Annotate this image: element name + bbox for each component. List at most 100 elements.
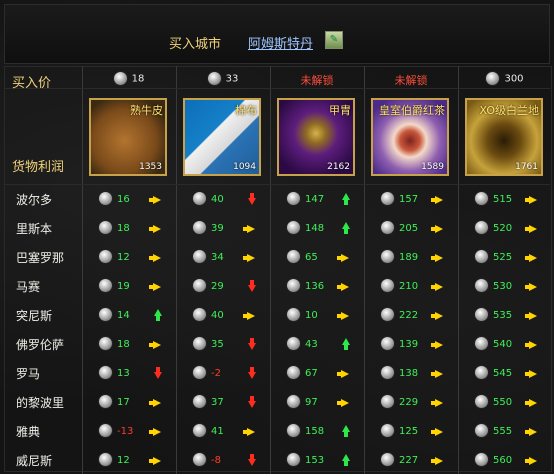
silver-coin-icon — [99, 366, 112, 379]
profit-value: 535 — [493, 309, 513, 321]
arrow-right-icon — [149, 251, 163, 263]
silver-coin-icon — [207, 72, 221, 85]
profit-cell: 17 — [99, 395, 173, 413]
profit-cell: 43 — [287, 337, 361, 355]
silver-coin-icon — [475, 308, 488, 321]
profit-value: 41 — [211, 425, 224, 437]
arrow-right-icon — [431, 425, 445, 437]
buy-city-label: 买入城市 — [169, 37, 222, 52]
buy-price-3: 未解锁 — [365, 72, 457, 88]
price-value: 18 — [131, 73, 145, 85]
profit-cell: 12 — [99, 453, 173, 471]
profit-cell: 147 — [287, 192, 361, 210]
profit-cell: 136 — [287, 279, 361, 297]
silver-coin-icon — [475, 337, 488, 350]
silver-coin-icon — [475, 192, 488, 205]
silver-coin-icon — [287, 279, 300, 292]
arrow-down-icon — [247, 454, 257, 466]
buy-city-link[interactable]: 阿姆斯特丹 — [248, 33, 313, 52]
profit-value: 205 — [399, 222, 419, 234]
silver-coin-icon — [99, 192, 112, 205]
item-quantity: 1761 — [515, 162, 538, 172]
item-card-cloth[interactable]: 棉布 1094 — [183, 98, 261, 176]
silver-coin-icon — [99, 424, 112, 437]
silver-coin-icon — [381, 250, 394, 263]
profit-value: 35 — [211, 338, 224, 350]
profit-value: 13 — [117, 367, 130, 379]
arrow-right-icon — [243, 222, 257, 234]
silver-coin-icon — [99, 395, 112, 408]
profit-value: 222 — [399, 309, 419, 321]
silver-coin-icon — [381, 279, 394, 292]
edit-city-icon[interactable]: ✎ — [325, 31, 343, 49]
profit-value: 139 — [399, 338, 419, 350]
profit-value: 10 — [305, 309, 318, 321]
arrow-up-icon — [341, 425, 351, 437]
locked-label: 未解锁 — [394, 74, 428, 87]
profit-value: 148 — [305, 222, 325, 234]
profit-value: 525 — [493, 251, 513, 263]
arrow-right-icon — [431, 338, 445, 350]
profit-cell: 35 — [193, 337, 267, 355]
locked-label: 未解锁 — [300, 74, 334, 87]
item-name: 甲胄 — [329, 104, 351, 117]
silver-coin-icon — [475, 395, 488, 408]
city-name: 的黎波里 — [16, 396, 65, 410]
profit-cell: 29 — [193, 279, 267, 297]
profit-value: 560 — [493, 454, 513, 466]
silver-coin-icon — [193, 192, 206, 205]
profit-value: 29 — [211, 280, 224, 292]
profit-cell: 41 — [193, 424, 267, 442]
arrow-right-icon — [525, 251, 539, 263]
arrow-right-icon — [525, 454, 539, 466]
profit-value: 530 — [493, 280, 513, 292]
arrow-right-icon — [525, 367, 539, 379]
silver-coin-icon — [475, 366, 488, 379]
profit-value: 158 — [305, 425, 325, 437]
item-card-armor[interactable]: 甲胄 2162 — [277, 98, 355, 176]
item-card-brandy[interactable]: XO级白兰地 1761 — [465, 98, 543, 176]
profit-cell: 530 — [475, 279, 549, 297]
profit-cell: 227 — [381, 453, 455, 471]
profit-cell: 18 — [99, 337, 173, 355]
arrow-right-icon — [431, 193, 445, 205]
city-name: 突尼斯 — [16, 309, 53, 323]
arrow-right-icon — [149, 193, 163, 205]
item-card-tea-cup[interactable]: 皇室伯爵红茶 1589 — [371, 98, 449, 176]
arrow-up-icon — [341, 454, 351, 466]
profit-cell: 148 — [287, 221, 361, 239]
buy-city-bar: 买入城市 阿姆斯特丹 ✎ — [4, 4, 550, 64]
profit-cell: 520 — [475, 221, 549, 239]
profit-cell: 153 — [287, 453, 361, 471]
arrow-right-icon — [337, 396, 351, 408]
profit-value: 12 — [117, 454, 130, 466]
silver-coin-icon — [475, 453, 488, 466]
silver-coin-icon — [475, 221, 488, 234]
profit-cell: 12 — [99, 250, 173, 268]
profit-value: 138 — [399, 367, 419, 379]
city-name: 波尔多 — [16, 193, 53, 207]
price-value: 33 — [225, 73, 239, 85]
profit-cell: 560 — [475, 453, 549, 471]
city-name: 佛罗伦萨 — [16, 338, 65, 352]
item-card-leather[interactable]: 熟牛皮 1353 — [89, 98, 167, 176]
silver-coin-icon — [381, 337, 394, 350]
silver-coin-icon — [193, 453, 206, 466]
silver-coin-icon — [287, 395, 300, 408]
arrow-right-icon — [149, 396, 163, 408]
profit-cell: 10 — [287, 308, 361, 326]
column-separator — [82, 66, 83, 474]
silver-coin-icon — [287, 337, 300, 350]
profit-value: 43 — [305, 338, 318, 350]
profit-cell: 229 — [381, 395, 455, 413]
profit-value: -2 — [211, 367, 221, 379]
profit-cell: 515 — [475, 192, 549, 210]
profit-cell: 125 — [381, 424, 455, 442]
buy-price-1: 33 — [177, 72, 269, 88]
arrow-up-icon — [341, 338, 351, 350]
item-quantity: 1353 — [139, 162, 162, 172]
arrow-down-icon — [153, 367, 163, 379]
profit-cell: 40 — [193, 192, 267, 210]
arrow-right-icon — [525, 309, 539, 321]
arrow-down-icon — [247, 367, 257, 379]
